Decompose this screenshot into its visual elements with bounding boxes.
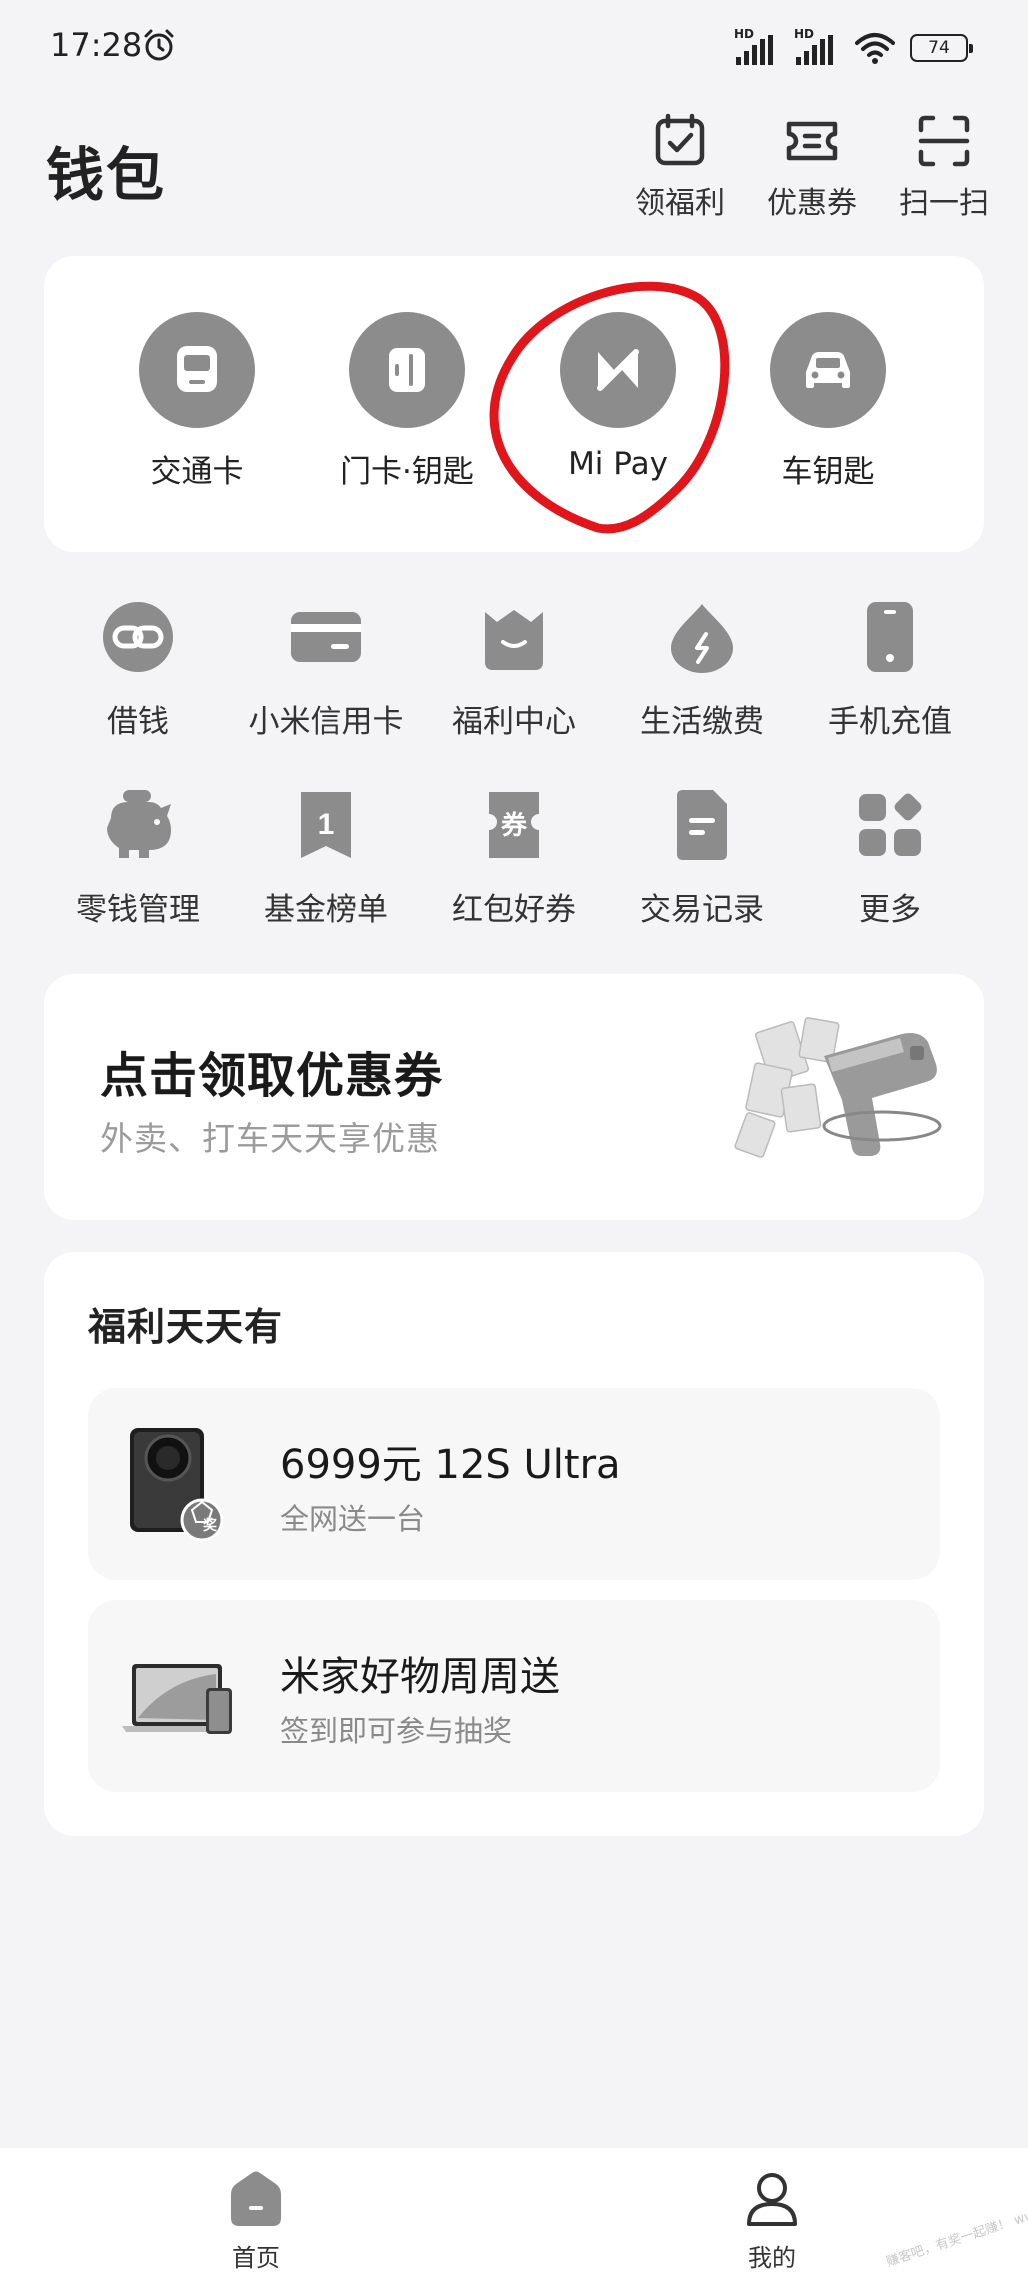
mipay-label: Mi Pay <box>568 446 668 482</box>
mipay-circle <box>560 312 676 428</box>
piggy-bank-icon <box>107 790 171 858</box>
drop-icon <box>671 604 733 673</box>
car-key-label: 车钥匙 <box>781 454 875 490</box>
ranking-icon: 1 <box>301 792 351 858</box>
welfare-button[interactable]: 领福利 <box>614 112 746 222</box>
welfare-label: 领福利 <box>635 186 725 221</box>
red-packet-button[interactable]: 券 红包好券 <box>420 786 608 974</box>
credit-card-button[interactable]: 小米信用卡 <box>232 598 420 786</box>
status-time: 17:28 <box>50 26 143 64</box>
nav-mine[interactable]: 我的 <box>702 2168 842 2273</box>
quick-access-card: 交通卡 门卡·钥匙 Mi Pay 车钥匙 <box>44 256 984 552</box>
scan-button[interactable]: 扫一扫 <box>878 112 1010 222</box>
change-management-button[interactable]: 零钱管理 <box>44 786 232 974</box>
transit-card-button[interactable]: 交通卡 <box>117 312 277 491</box>
mipay-button[interactable]: Mi Pay <box>538 312 698 482</box>
scan-label: 扫一扫 <box>899 186 989 221</box>
coupon-banner[interactable]: 点击领取优惠券 外卖、打车天天享优惠 <box>44 974 984 1220</box>
more-label: 更多 <box>859 892 921 928</box>
promo-title: 6999元 12S Ultra <box>280 1442 621 1488</box>
service-grid: 借钱 小米信用卡 福利中心 生活缴费 手机充值 零钱管理 1 基金榜单 券 红包… <box>44 598 984 974</box>
transactions-label: 交易记录 <box>640 892 764 928</box>
door-key-circle <box>349 312 465 428</box>
red-packet-label: 红包好券 <box>452 892 576 928</box>
watermark: 赚客吧，有奖一起赚！ www.zuanke8.com <box>884 2176 1028 2271</box>
transit-card-circle <box>139 312 255 428</box>
phone-icon <box>867 602 913 672</box>
door-key-icon <box>389 348 425 392</box>
promo-title: 米家好物周周送 <box>280 1654 560 1700</box>
signal-icon: HD <box>734 27 780 65</box>
page-title: 钱包 <box>46 141 167 209</box>
car-icon <box>806 352 850 388</box>
link-icon <box>103 602 173 672</box>
banner-subtitle: 外卖、打车天天享优惠 <box>100 1119 440 1158</box>
banner-title: 点击领取优惠券 <box>100 1048 444 1104</box>
borrow-button[interactable]: 借钱 <box>44 598 232 786</box>
header-actions: 领福利 优惠券 扫一扫 <box>614 112 1010 222</box>
promo-subtitle: 签到即可参与抽奖 <box>280 1714 513 1748</box>
phone-product-image: 奖 <box>130 1428 224 1542</box>
document-icon <box>677 790 727 860</box>
promo-item[interactable]: 奖 6999元 12S Ultra 全网送一台 <box>88 1388 940 1580</box>
fund-ranking-label: 基金榜单 <box>264 892 388 928</box>
welfare-center-label: 福利中心 <box>452 704 576 740</box>
car-key-circle <box>770 312 886 428</box>
svg-text:1: 1 <box>318 808 335 841</box>
credit-card-label: 小米信用卡 <box>248 704 404 740</box>
coupon-label: 优惠券 <box>767 186 857 221</box>
calendar-check-icon <box>655 113 705 166</box>
status-bar: 17:28 HD HD 74 <box>0 0 1028 96</box>
promo-item[interactable]: 米家好物周周送 签到即可参与抽奖 <box>88 1600 940 1792</box>
mipay-icon <box>597 349 639 391</box>
nav-home[interactable]: 首页 <box>186 2168 326 2273</box>
ticket-icon <box>786 121 838 161</box>
service-row: 借钱 小米信用卡 福利中心 生活缴费 手机充值 <box>44 598 984 786</box>
coupon-button[interactable]: 优惠券 <box>746 112 878 222</box>
status-indicators: HD HD 74 <box>734 27 973 68</box>
promo-subtitle: 全网送一台 <box>280 1502 426 1536</box>
more-apps-icon <box>859 793 922 856</box>
borrow-label: 借钱 <box>107 704 169 740</box>
change-management-label: 零钱管理 <box>76 892 200 928</box>
bus-card-icon <box>177 346 217 392</box>
utility-bill-label: 生活缴费 <box>640 704 764 740</box>
coupon-gun-illustration <box>734 1017 942 1158</box>
svg-text:券: 券 <box>501 811 528 841</box>
service-row: 零钱管理 1 基金榜单 券 红包好券 交易记录 更多 <box>44 786 984 974</box>
credit-card-icon <box>291 612 361 662</box>
nav-home-label: 首页 <box>232 2244 280 2272</box>
transit-card-label: 交通卡 <box>150 454 244 490</box>
svg-text:奖: 奖 <box>203 1517 218 1534</box>
wifi-icon <box>855 33 895 64</box>
nav-mine-label: 我的 <box>748 2244 796 2272</box>
laptop-product-image <box>122 1664 232 1734</box>
phone-recharge-button[interactable]: 手机充值 <box>796 598 984 786</box>
more-button[interactable]: 更多 <box>796 786 984 974</box>
car-key-button[interactable]: 车钥匙 <box>748 312 908 491</box>
phone-recharge-label: 手机充值 <box>828 704 952 740</box>
fund-ranking-button[interactable]: 1 基金榜单 <box>232 786 420 974</box>
gift-box-icon <box>485 610 543 670</box>
signal-icon: HD <box>794 27 840 65</box>
utility-bill-button[interactable]: 生活缴费 <box>608 598 796 786</box>
scan-icon <box>918 115 970 167</box>
home-icon <box>231 2171 281 2226</box>
alarm-icon <box>144 29 174 61</box>
person-icon <box>747 2173 797 2226</box>
welfare-center-button[interactable]: 福利中心 <box>420 598 608 786</box>
welfare-section-title: 福利天天有 <box>88 1305 284 1349</box>
battery-icon: 74 <box>910 34 973 62</box>
transactions-button[interactable]: 交易记录 <box>608 786 796 974</box>
coupon-icon: 券 <box>489 792 539 858</box>
door-key-button[interactable]: 门卡·钥匙 <box>327 312 487 491</box>
welfare-section: 福利天天有 奖 6999元 12S Ultra 全网送一台 米家好物周周送 签到… <box>44 1252 984 1836</box>
bottom-nav: 首页 我的 赚客吧，有奖一起赚！ www.zuanke8.com <box>0 2148 1028 2284</box>
door-key-label: 门卡·钥匙 <box>340 454 474 490</box>
